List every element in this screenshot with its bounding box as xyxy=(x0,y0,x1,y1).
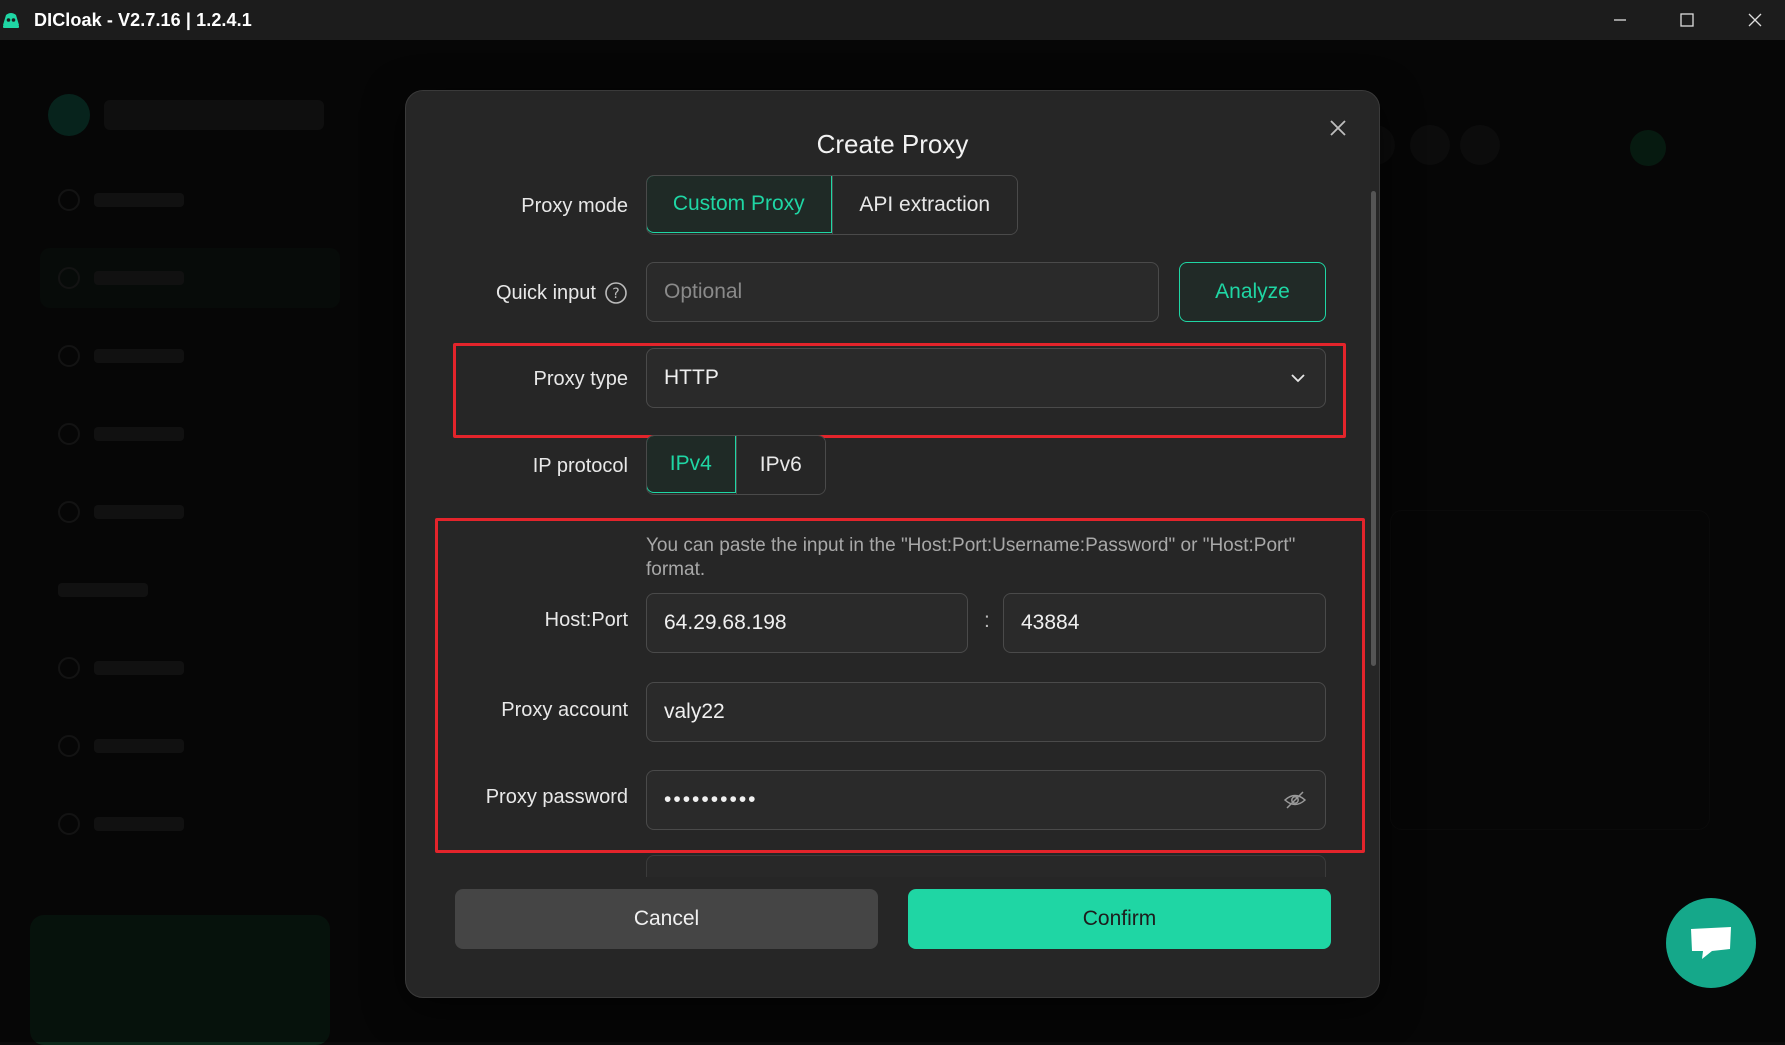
ip-protocol-label: IP protocol xyxy=(532,455,628,477)
close-window-icon xyxy=(1748,13,1762,27)
api-extraction-tab[interactable]: API extraction xyxy=(831,176,1017,234)
analyze-button[interactable]: Analyze xyxy=(1179,262,1326,322)
proxy-type-label: Proxy type xyxy=(533,368,628,390)
ip-protocol-segmented: IPv4 IPv6 xyxy=(646,435,826,495)
next-field-partial xyxy=(646,855,1326,877)
proxy-account-value: valy22 xyxy=(664,700,725,723)
proxy-password-value: •••••••••• xyxy=(664,788,758,811)
chat-support-button[interactable] xyxy=(1666,898,1756,988)
proxy-password-input[interactable]: •••••••••• xyxy=(646,770,1326,830)
minimize-icon xyxy=(1614,19,1626,21)
dialog-scrollbar[interactable] xyxy=(1371,191,1376,666)
quick-input-placeholder: Optional xyxy=(664,280,743,303)
proxy-type-select[interactable]: HTTP xyxy=(646,348,1326,408)
proxy-account-input[interactable]: valy22 xyxy=(646,682,1326,742)
host-port-separator: : xyxy=(984,609,990,632)
proxy-account-label: Proxy account xyxy=(501,699,628,721)
create-proxy-dialog: Create Proxy Proxy mode Custom Proxy API… xyxy=(405,90,1380,998)
quick-input-field[interactable]: Optional xyxy=(646,262,1159,322)
cancel-button[interactable]: Cancel xyxy=(455,889,878,949)
host-value: 64.29.68.198 xyxy=(664,611,787,634)
window-close-button[interactable] xyxy=(1720,0,1785,40)
quick-input-label: Quick input xyxy=(495,281,596,304)
proxy-password-label: Proxy password xyxy=(485,786,628,808)
custom-proxy-tab[interactable]: Custom Proxy xyxy=(647,176,832,233)
host-input[interactable]: 64.29.68.198 xyxy=(646,593,968,653)
host-port-hint: You can paste the input in the "Host:Por… xyxy=(646,535,1296,580)
confirm-button[interactable]: Confirm xyxy=(908,889,1331,949)
dicloak-logo-icon xyxy=(0,9,22,31)
chevron-down-icon xyxy=(1291,374,1305,383)
dialog-title: Create Proxy xyxy=(816,129,969,159)
close-icon xyxy=(1330,120,1346,136)
dialog-close-button[interactable] xyxy=(1321,111,1355,145)
svg-text:?: ? xyxy=(612,286,619,302)
port-value: 43884 xyxy=(1021,611,1080,634)
proxy-type-value: HTTP xyxy=(664,366,719,389)
proxy-mode-segmented: Custom Proxy API extraction xyxy=(646,175,1018,235)
host-port-label: Host:Port xyxy=(544,609,628,631)
ipv4-tab[interactable]: IPv4 xyxy=(647,436,736,493)
minimize-button[interactable] xyxy=(1585,0,1655,40)
question-circle-icon[interactable]: ? xyxy=(604,281,628,305)
port-input[interactable]: 43884 xyxy=(1003,593,1326,653)
proxy-mode-label: Proxy mode xyxy=(521,195,628,217)
eye-off-icon[interactable] xyxy=(1283,788,1307,812)
window-title: DICloak - V2.7.16 | 1.2.4.1 xyxy=(34,9,252,30)
window-titlebar: DICloak - V2.7.16 | 1.2.4.1 xyxy=(0,0,1785,40)
chat-bubble-icon xyxy=(1691,927,1731,959)
ipv6-tab[interactable]: IPv6 xyxy=(735,436,825,494)
maximize-icon xyxy=(1680,13,1694,27)
maximize-button[interactable] xyxy=(1652,0,1722,40)
